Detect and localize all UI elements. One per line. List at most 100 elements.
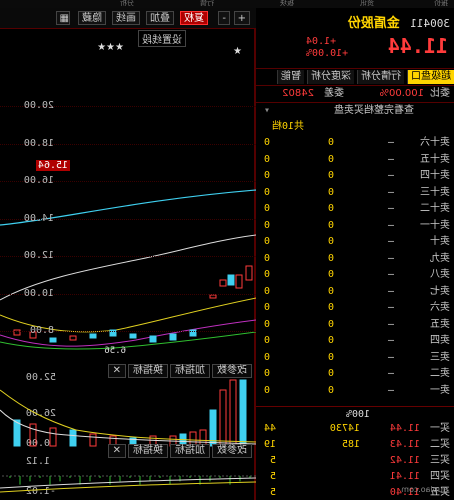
level-label: 卖五 bbox=[430, 318, 450, 330]
sell-level-row[interactable]: 卖九 — 0 0 bbox=[256, 252, 454, 266]
level-count: 44 bbox=[263, 423, 276, 434]
expand-icon[interactable]: ▾ bbox=[264, 104, 270, 118]
level-count: 0 bbox=[263, 153, 270, 165]
candle bbox=[149, 335, 157, 343]
level-count: 5 bbox=[269, 455, 276, 466]
adjust-button[interactable]: 复权 bbox=[180, 11, 208, 25]
buy-level-row[interactable]: 买四 11.41 5 bbox=[256, 470, 454, 484]
sell-level-row[interactable]: 卖十二 — 0 0 bbox=[256, 202, 454, 216]
sell-level-row[interactable]: 卖三 — 0 0 bbox=[256, 351, 454, 365]
price-change: +1.04 +10.00% bbox=[306, 36, 348, 60]
sell-level-row[interactable]: 卖十四 — 0 0 bbox=[256, 169, 454, 183]
volume-chart-svg bbox=[0, 379, 256, 447]
sub2-params-button[interactable]: 改参数 bbox=[212, 444, 252, 458]
sell-level-row[interactable]: 卖四 — 0 0 bbox=[256, 334, 454, 348]
candle bbox=[89, 333, 97, 339]
level-volume: 0 bbox=[327, 170, 334, 181]
level-count: 0 bbox=[263, 368, 270, 379]
sell-level-row[interactable]: 卖十五 — 0 0 bbox=[256, 153, 454, 167]
level-price: — bbox=[387, 153, 394, 165]
level-label: 卖十二 bbox=[420, 203, 450, 214]
level-label: 卖二 bbox=[430, 368, 450, 379]
candle bbox=[169, 333, 177, 341]
level-volume: 0 bbox=[327, 203, 334, 214]
sell-level-row[interactable]: 卖十六 — 0 0 bbox=[256, 136, 454, 150]
change-amount: +1.04 bbox=[306, 36, 337, 47]
level-price: — bbox=[387, 236, 394, 247]
volume-bar bbox=[49, 427, 57, 447]
level-price: — bbox=[387, 269, 394, 280]
sell-level-row[interactable]: 卖六 — 0 0 bbox=[256, 301, 454, 315]
buy-header: 100% bbox=[345, 409, 370, 420]
buy-level-row[interactable]: 买三 11.42 5 bbox=[256, 454, 454, 468]
sell-level-row[interactable]: 卖十一 — 0 0 bbox=[256, 219, 454, 233]
level-volume: 0 bbox=[327, 153, 334, 165]
level-count: 5 bbox=[269, 471, 276, 482]
order-book-link[interactable]: 查看完整档买卖盘 ▾ bbox=[256, 104, 454, 118]
level-volume: 0 bbox=[327, 219, 334, 231]
zoom-in-button[interactable]: + bbox=[233, 11, 250, 25]
stock-title: 300411 金盾股份 bbox=[260, 12, 450, 31]
sell-level-row[interactable]: 卖十 — 0 0 bbox=[256, 235, 454, 249]
level-count: 0 bbox=[263, 318, 270, 330]
volume-bar bbox=[219, 389, 227, 447]
level-price: 11.41 bbox=[389, 471, 420, 482]
diff-value: 24802 bbox=[282, 88, 314, 99]
sub2-add-button[interactable]: 加指标 bbox=[170, 444, 210, 458]
close-icon[interactable]: ✕ bbox=[107, 444, 126, 458]
chart-toolbar: + - 复权 叠加 画线 隐藏 ▦ bbox=[0, 8, 256, 29]
sub2-switch-button[interactable]: 换指标 bbox=[128, 444, 168, 458]
overlay-button[interactable]: 叠加 bbox=[146, 11, 174, 25]
level-price: — bbox=[387, 318, 394, 330]
sell-level-row[interactable]: 卖一 — 0 0 bbox=[256, 384, 454, 398]
buy-level-row[interactable]: 买二 11.43 185 19 bbox=[256, 438, 454, 452]
level-label: 卖十五 bbox=[420, 153, 450, 165]
sell-level-row[interactable]: 卖八 — 0 0 bbox=[256, 268, 454, 282]
top-item[interactable]: 报价 bbox=[434, 0, 448, 8]
panel-tabs: 超级盘口 行情分析 深度分析 智能 bbox=[256, 68, 454, 86]
low-price-label: 6.56 bbox=[104, 346, 126, 356]
top-item[interactable]: 板块 bbox=[280, 0, 294, 8]
quote-panel: 300411 金盾股份 11.44 +1.04 +10.00% 超级盘口 行情分… bbox=[254, 8, 454, 500]
level-volume: 0 bbox=[327, 384, 334, 396]
candle bbox=[227, 274, 235, 286]
level-price: — bbox=[387, 137, 394, 148]
level-volume: 0 bbox=[327, 368, 334, 379]
draw-line-button[interactable]: 画线 bbox=[112, 11, 140, 25]
sell-level-row[interactable]: 卖七 — 0 0 bbox=[256, 285, 454, 299]
separator bbox=[256, 406, 454, 407]
level-price: — bbox=[387, 351, 394, 363]
top-item[interactable]: 资讯 bbox=[360, 0, 374, 8]
top-item[interactable]: 分析 bbox=[120, 0, 134, 8]
level-label: 卖一 bbox=[430, 384, 450, 396]
sell-level-row[interactable]: 卖二 — 0 0 bbox=[256, 367, 454, 381]
mirrored-view: 报价 资讯 板块 行情 分析 300411 金盾股份 11.44 +1.04 +… bbox=[0, 0, 454, 500]
level-count: 19 bbox=[263, 439, 276, 450]
zoom-out-button[interactable]: - bbox=[218, 11, 230, 25]
tab-market-analysis[interactable]: 行情分析 bbox=[357, 70, 404, 84]
level-volume: 0 bbox=[327, 252, 334, 264]
buy-level-row[interactable]: 买一 11.44 14730 44 bbox=[256, 422, 454, 436]
level-volume: 0 bbox=[327, 318, 334, 330]
level-label: 卖十四 bbox=[420, 170, 450, 181]
tab-smart[interactable]: 智能 bbox=[277, 70, 304, 84]
top-item[interactable]: 行情 bbox=[200, 0, 214, 8]
level-price: — bbox=[387, 186, 394, 198]
level-count: 0 bbox=[263, 384, 270, 396]
tab-deep-analysis[interactable]: 深度分析 bbox=[307, 70, 354, 84]
menu-icon[interactable]: ▦ bbox=[56, 11, 70, 25]
level-count: 0 bbox=[263, 137, 270, 148]
y-axis-label: 16.00 bbox=[23, 175, 54, 186]
sell-level-row[interactable]: 卖五 — 0 0 bbox=[256, 318, 454, 332]
level-price: 11.43 bbox=[389, 439, 420, 450]
sell-level-row[interactable]: 卖十三 — 0 0 bbox=[256, 186, 454, 200]
hide-button[interactable]: 隐藏 bbox=[78, 11, 106, 25]
tab-super-order[interactable]: 超级盘口 bbox=[407, 70, 454, 84]
level-count: 0 bbox=[263, 302, 270, 313]
level-price: — bbox=[387, 302, 394, 313]
level-volume: 0 bbox=[327, 269, 334, 280]
buy-header-row: 100% bbox=[256, 408, 454, 422]
kline-chart[interactable]: + - 复权 叠加 画线 隐藏 ▦ 设置线段 ★★★ ★ 6.56 20.00 1… bbox=[0, 8, 256, 500]
volume-bar bbox=[89, 433, 97, 447]
level-count: 0 bbox=[263, 186, 270, 198]
